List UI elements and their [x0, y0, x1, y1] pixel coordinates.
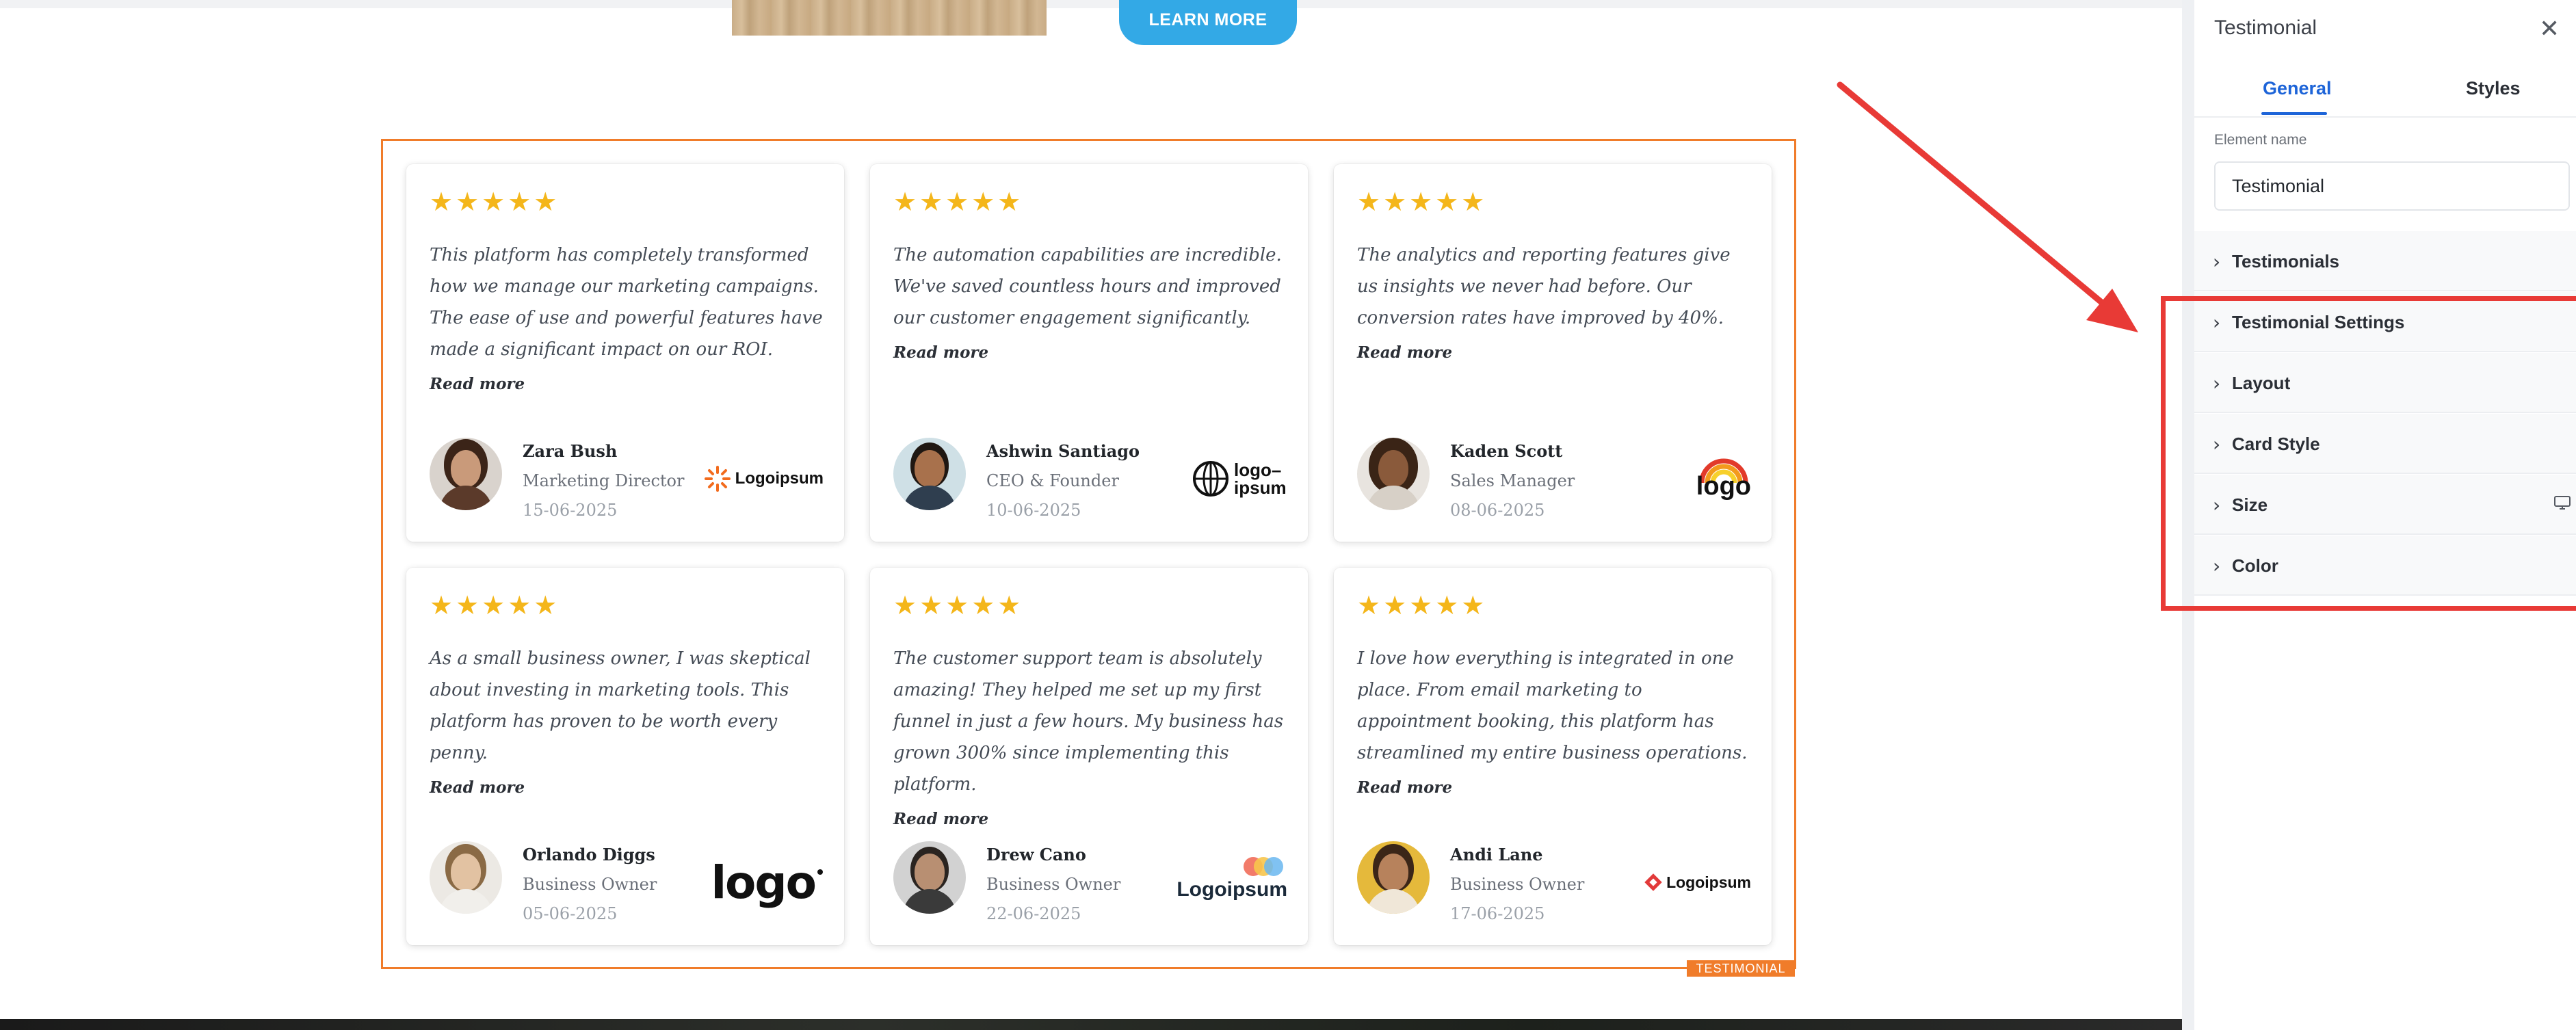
avatar	[430, 438, 502, 510]
tab-general[interactable]: General	[2263, 78, 2332, 99]
testimonial-section-tag[interactable]: TESTIMONIAL	[1687, 960, 1795, 977]
author-name: Ashwin Santiago	[986, 441, 1140, 461]
read-more-link[interactable]: Read more	[893, 341, 1290, 365]
quote-text: I love how everything is integrated in o…	[1357, 648, 1748, 763]
author-name: Kaden Scott	[1450, 441, 1563, 461]
testimonial-quote: As a small business owner, I was skeptic…	[430, 643, 826, 800]
active-tab-indicator	[2261, 112, 2327, 115]
review-date: 17-06-2025	[1450, 904, 1545, 923]
quote-text: The automation capabilities are incredib…	[893, 245, 1282, 328]
avatar	[1357, 841, 1430, 914]
logo-wordmark: Logoipsum	[735, 469, 824, 488]
author-info: Kaden Scott Sales Manager 08-06-2025	[1450, 438, 1575, 524]
chevron-right-icon: ›	[2213, 250, 2221, 273]
company-logo: logo–ipsum	[1192, 451, 1287, 506]
diamond-logo-icon	[1644, 873, 1662, 891]
testimonial-card[interactable]: ★★★★★ I love how everything is integrate…	[1334, 568, 1772, 945]
quote-text: The customer support team is absolutely …	[893, 648, 1284, 795]
logo-wordmark: logo	[711, 856, 817, 909]
annotation-arrow-icon	[1837, 81, 2138, 332]
review-date: 15-06-2025	[523, 501, 618, 520]
globe-logo-icon	[1193, 461, 1228, 497]
review-date: 22-06-2025	[986, 904, 1081, 923]
quote-text: This platform has completely transformed…	[430, 245, 823, 360]
logo-dot-icon	[817, 869, 823, 875]
company-logo: logo	[1696, 451, 1751, 506]
company-logo: logo	[711, 855, 824, 910]
author-name: Orlando Diggs	[523, 845, 655, 864]
quote-text: As a small business owner, I was skeptic…	[430, 648, 811, 763]
testimonial-card[interactable]: ★★★★★ This platform has completely trans…	[406, 164, 844, 542]
author-role: CEO & Founder	[986, 471, 1119, 490]
circles-logo-icon	[1244, 857, 1283, 876]
author-role: Marketing Director	[523, 471, 685, 490]
testimonial-quote: I love how everything is integrated in o…	[1357, 643, 1754, 800]
annotation-highlight-box	[2161, 296, 2576, 611]
read-more-link[interactable]: Read more	[430, 372, 826, 397]
star-rating: ★★★★★	[1357, 590, 1488, 620]
company-logo: Logoipsum	[1643, 855, 1751, 910]
logo-wordmark: Logoipsum	[1177, 878, 1287, 901]
read-more-link[interactable]: Read more	[430, 776, 826, 800]
quote-text: The analytics and reporting features giv…	[1357, 245, 1731, 328]
element-name-label: Element name	[2214, 132, 2307, 148]
author-name: Drew Cano	[986, 845, 1086, 864]
author-role: Business Owner	[523, 875, 657, 894]
logo-wordmark: Logoipsum	[1666, 873, 1751, 891]
read-more-link[interactable]: Read more	[893, 807, 1290, 832]
author-name: Zara Bush	[523, 441, 618, 461]
testimonial-quote: This platform has completely transformed…	[430, 239, 826, 397]
learn-more-button[interactable]: LEARN MORE	[1119, 0, 1297, 45]
company-logo: Logoipsum	[1177, 855, 1287, 910]
star-rating: ★★★★★	[893, 590, 1024, 620]
panel-title: Testimonial	[2214, 16, 2317, 39]
next-section-strip	[0, 1019, 2182, 1030]
star-rating: ★★★★★	[893, 187, 1024, 217]
close-icon[interactable]: ✕	[2539, 15, 2560, 43]
star-rating: ★★★★★	[430, 187, 560, 217]
accordion-testimonials[interactable]: › Testimonials	[2194, 231, 2576, 291]
review-date: 10-06-2025	[986, 501, 1081, 520]
previous-section-strip	[0, 0, 2182, 8]
author-info: Ashwin Santiago CEO & Founder 10-06-2025	[986, 438, 1140, 524]
author-name: Andi Lane	[1450, 845, 1543, 864]
testimonial-card[interactable]: ★★★★★ The customer support team is absol…	[870, 568, 1308, 945]
author-role: Business Owner	[986, 875, 1121, 894]
testimonial-quote: The automation capabilities are incredib…	[893, 239, 1290, 365]
author-info: Orlando Diggs Business Owner 05-06-2025	[523, 841, 657, 927]
review-date: 05-06-2025	[523, 904, 618, 923]
avatar	[893, 841, 966, 914]
testimonial-card[interactable]: ★★★★★ The automation capabilities are in…	[870, 164, 1308, 542]
testimonial-card[interactable]: ★★★★★ The analytics and reporting featur…	[1334, 164, 1772, 542]
star-rating: ★★★★★	[430, 590, 560, 620]
author-info: Andi Lane Business Owner 17-06-2025	[1450, 841, 1584, 927]
read-more-link[interactable]: Read more	[1357, 776, 1754, 800]
element-name-input[interactable]: Testimonial	[2214, 161, 2570, 211]
author-role: Business Owner	[1450, 875, 1585, 894]
tab-styles[interactable]: Styles	[2466, 78, 2521, 99]
read-more-link[interactable]: Read more	[1357, 341, 1754, 365]
author-info: Drew Cano Business Owner 22-06-2025	[986, 841, 1120, 927]
logo-wordmark: logo–ipsum	[1234, 460, 1287, 498]
testimonial-quote: The analytics and reporting features giv…	[1357, 239, 1754, 365]
star-rating: ★★★★★	[1357, 187, 1488, 217]
sun-logo-icon	[704, 466, 731, 492]
logo-wordmark: logo	[1696, 472, 1751, 501]
avatar	[1357, 438, 1430, 510]
author-role: Sales Manager	[1450, 471, 1575, 490]
testimonial-card[interactable]: ★★★★★ As a small business owner, I was s…	[406, 568, 844, 945]
testimonial-quote: The customer support team is absolutely …	[893, 643, 1290, 832]
review-date: 08-06-2025	[1450, 501, 1545, 520]
avatar	[893, 438, 966, 510]
company-logo: Logoipsum	[704, 451, 824, 506]
accordion-label: Testimonials	[2232, 251, 2340, 272]
avatar	[430, 841, 502, 914]
tabs-divider	[2194, 116, 2576, 118]
author-info: Zara Bush Marketing Director 15-06-2025	[523, 438, 684, 524]
wood-image	[732, 0, 1047, 36]
